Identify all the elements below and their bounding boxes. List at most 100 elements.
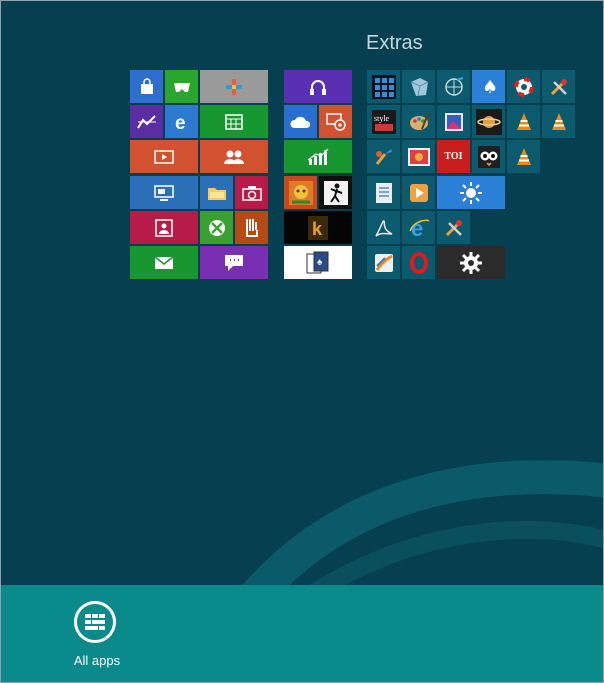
game-a-icon: [288, 180, 313, 205]
lifebuoy-icon: [513, 76, 534, 97]
tile-finance[interactable]: [130, 105, 163, 138]
reader-icon: [245, 218, 258, 237]
cone-icon: [516, 147, 531, 165]
tile-calendar[interactable]: [200, 105, 268, 138]
tile-mail[interactable]: [130, 246, 198, 279]
cloud-icon: [289, 116, 310, 128]
tile-music[interactable]: [284, 70, 352, 103]
tile-video[interactable]: [130, 140, 198, 173]
mail-icon: [154, 255, 174, 269]
tile-photos[interactable]: [130, 211, 198, 244]
tile-stocks[interactable]: [284, 140, 352, 173]
tile-camera[interactable]: [235, 176, 268, 209]
photo-frame-icon: [444, 112, 463, 131]
tile-x-net[interactable]: [437, 70, 470, 103]
tile-x-tools[interactable]: [542, 70, 575, 103]
cone-icon: [516, 112, 531, 130]
tile-x-fresh[interactable]: [402, 70, 435, 103]
all-apps-grid-glyph: [85, 614, 105, 630]
photos-icon: [155, 218, 173, 237]
desktop-icon: [154, 184, 174, 201]
tile-reader[interactable]: [235, 211, 268, 244]
tile-x-opera[interactable]: [402, 246, 435, 279]
tile-skydrive[interactable]: [284, 105, 317, 138]
all-apps-icon: [74, 601, 116, 643]
svg-text:♠: ♠: [317, 257, 323, 268]
style-icon: style: [371, 109, 396, 134]
tile-x-settings[interactable]: [437, 246, 505, 279]
tile-x-tools2[interactable]: [437, 211, 470, 244]
camera-icon: [241, 185, 262, 201]
cube-icon: [410, 77, 428, 96]
tile-solitaire[interactable]: ♠: [284, 246, 352, 279]
tile-x-paint[interactable]: [402, 105, 435, 138]
gear-icon: [460, 251, 482, 274]
spade-icon: ♠: [482, 77, 498, 98]
tile-internet-explorer[interactable]: e: [165, 105, 198, 138]
tile-x-play[interactable]: [402, 176, 435, 209]
toi-label: TOI: [444, 151, 463, 162]
tile-x-vlc2[interactable]: [542, 105, 575, 138]
tile-x-brush[interactable]: [367, 140, 400, 173]
group-title-extras: Extras: [366, 32, 423, 54]
saturn-icon: [475, 108, 502, 135]
tile-messaging[interactable]: [200, 246, 268, 279]
globe-icon: [444, 76, 463, 96]
background-swoosh: [238, 460, 603, 613]
tile-x-calc[interactable]: [367, 70, 400, 103]
calendar-icon: [225, 113, 243, 130]
tile-x-cards[interactable]: ♠: [472, 70, 505, 103]
grid-icon: [371, 74, 396, 99]
internet-explorer-icon: e: [175, 113, 186, 132]
tile-game-b[interactable]: [319, 176, 352, 209]
svg-text:style: style: [374, 114, 390, 123]
xbox-icon: [208, 219, 225, 236]
tile-x-doc[interactable]: [367, 176, 400, 209]
acrobat-icon: [374, 219, 392, 237]
internet-explorer-icon: e: [408, 217, 429, 239]
tools-icon: [550, 78, 567, 95]
all-apps-button[interactable]: All apps: [63, 601, 131, 671]
tile-x-toi[interactable]: TOI: [437, 140, 470, 173]
tile-game-a[interactable]: [284, 176, 317, 209]
tile-x-weather[interactable]: [437, 176, 505, 209]
tile-xbox[interactable]: [200, 211, 233, 244]
all-apps-label: All apps: [73, 653, 121, 668]
headphones-icon: [310, 79, 326, 95]
video-icon: [154, 149, 174, 164]
tools-icon: [445, 219, 462, 236]
tile-games[interactable]: [165, 70, 198, 103]
figure-icon: [323, 180, 348, 205]
tile-remote-desktop[interactable]: [319, 105, 352, 138]
chart-icon: [307, 148, 329, 165]
tile-x-shield[interactable]: [507, 70, 540, 103]
tile-store[interactable]: [130, 70, 163, 103]
owl-icon: [477, 145, 500, 168]
plus-colorful-icon: [226, 78, 242, 95]
brush-icon: [375, 148, 392, 165]
tile-people[interactable]: [200, 140, 268, 173]
app-bar: All apps: [1, 585, 603, 682]
tile-x-vlc3[interactable]: [507, 140, 540, 173]
tile-x-owl[interactable]: [472, 140, 505, 173]
cone-icon: [551, 112, 566, 130]
tile-x-saturn[interactable]: [472, 105, 505, 138]
tile-maps[interactable]: [200, 70, 268, 103]
tile-x-pics[interactable]: [402, 140, 435, 173]
tile-x-vlc1[interactable]: [507, 105, 540, 138]
tile-x-acrobat[interactable]: [367, 211, 400, 244]
tile-x-style[interactable]: style: [367, 105, 400, 138]
play-icon: [409, 183, 428, 202]
finance-icon: [136, 114, 156, 129]
game-controller-icon: [173, 82, 190, 92]
tile-x-ie2[interactable]: e: [402, 211, 435, 244]
document-icon: [375, 182, 392, 203]
tile-explorer[interactable]: [200, 176, 233, 209]
tile-kindle[interactable]: k: [284, 211, 352, 244]
tile-desktop[interactable]: [130, 176, 198, 209]
cards-icon: ♠: [306, 251, 329, 273]
tile-x-photo[interactable]: [437, 105, 470, 138]
svg-text:♠: ♠: [482, 77, 498, 98]
tile-x-firefox[interactable]: [367, 246, 400, 279]
palette-icon: [409, 113, 429, 130]
